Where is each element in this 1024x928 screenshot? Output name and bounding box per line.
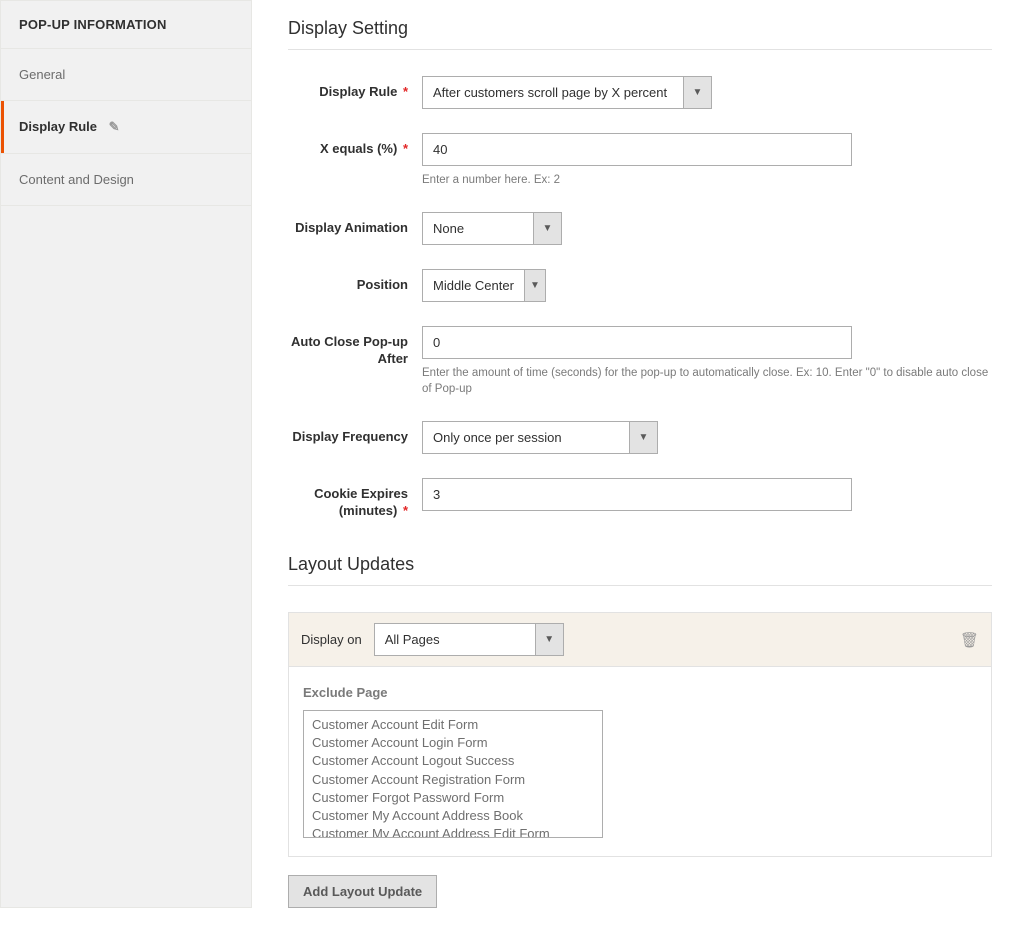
section-title-display-setting: Display Setting: [288, 18, 992, 39]
select-value: Only once per session: [423, 422, 629, 453]
exclude-page-label: Exclude Page: [303, 685, 977, 700]
sidebar-item-content-design[interactable]: Content and Design: [1, 154, 251, 206]
chevron-down-icon: ▼: [535, 624, 563, 655]
display-frequency-select[interactable]: Only once per session ▼: [422, 421, 658, 454]
divider: [288, 585, 992, 586]
field-note: Enter the amount of time (seconds) for t…: [422, 365, 992, 397]
field-display-animation: Display Animation None ▼: [288, 212, 992, 245]
select-value: None: [423, 213, 533, 244]
chevron-down-icon: ▼: [629, 422, 657, 453]
display-on-label: Display on: [301, 632, 362, 647]
display-on-select[interactable]: All Pages ▼: [374, 623, 564, 656]
trash-icon[interactable]: 🗑: [960, 631, 979, 649]
divider: [288, 49, 992, 50]
x-equals-input[interactable]: [422, 133, 852, 166]
main-content: Display Setting Display Rule * After cus…: [252, 0, 992, 908]
label-text: X equals (%): [320, 141, 397, 156]
chevron-down-icon: ▼: [524, 270, 545, 301]
display-animation-select[interactable]: None ▼: [422, 212, 562, 245]
field-label: Cookie Expires (minutes) *: [288, 478, 422, 520]
cookie-expires-input[interactable]: [422, 478, 852, 511]
field-label: X equals (%) *: [288, 133, 422, 158]
sidebar-item-label: General: [19, 67, 65, 82]
required-mark: *: [403, 141, 408, 156]
section-title-layout-updates: Layout Updates: [288, 554, 992, 575]
display-rule-select[interactable]: After customers scroll page by X percent…: [422, 76, 712, 109]
layout-update-body: Exclude Page Customer Account Edit FormC…: [288, 667, 992, 857]
sidebar-header: POP-UP INFORMATION: [1, 1, 251, 49]
select-value: After customers scroll page by X percent: [423, 77, 683, 108]
sidebar-item-general[interactable]: General: [1, 49, 251, 101]
sidebar-item-display-rule[interactable]: Display Rule ✎: [1, 101, 251, 154]
add-layout-update-button[interactable]: Add Layout Update: [288, 875, 437, 908]
auto-close-input[interactable]: [422, 326, 852, 359]
list-item[interactable]: Customer Forgot Password Form: [312, 789, 594, 807]
field-position: Position Middle Center ▼: [288, 269, 992, 302]
required-mark: *: [403, 84, 408, 99]
pencil-icon: ✎: [109, 119, 120, 134]
position-select[interactable]: Middle Center ▼: [422, 269, 546, 302]
field-label: Display Frequency: [288, 421, 422, 446]
required-mark: *: [403, 503, 408, 518]
field-x-equals: X equals (%) * Enter a number here. Ex: …: [288, 133, 992, 188]
list-item[interactable]: Customer Account Registration Form: [312, 771, 594, 789]
list-item[interactable]: Customer Account Login Form: [312, 734, 594, 752]
layout-update-header: Display on All Pages ▼ 🗑: [288, 612, 992, 667]
field-label: Display Rule *: [288, 76, 422, 101]
label-text: Display Rule: [319, 84, 397, 99]
field-display-rule: Display Rule * After customers scroll pa…: [288, 76, 992, 109]
list-item[interactable]: Customer My Account Address Edit Form: [312, 825, 594, 838]
sidebar-item-label: Content and Design: [19, 172, 134, 187]
field-auto-close: Auto Close Pop-up After Enter the amount…: [288, 326, 992, 397]
field-label: Position: [288, 269, 422, 294]
field-label: Display Animation: [288, 212, 422, 237]
select-value: Middle Center: [423, 270, 524, 301]
list-item[interactable]: Customer My Account Address Book: [312, 807, 594, 825]
list-item[interactable]: Customer Account Edit Form: [312, 716, 594, 734]
sidebar-item-label: Display Rule: [19, 119, 97, 134]
field-cookie-expires: Cookie Expires (minutes) *: [288, 478, 992, 520]
label-text: Cookie Expires (minutes): [314, 486, 408, 518]
field-note: Enter a number here. Ex: 2: [422, 172, 992, 188]
chevron-down-icon: ▼: [533, 213, 561, 244]
exclude-page-listbox[interactable]: Customer Account Edit FormCustomer Accou…: [303, 710, 603, 838]
field-label: Auto Close Pop-up After: [288, 326, 422, 368]
list-item[interactable]: Customer Account Logout Success: [312, 752, 594, 770]
field-display-frequency: Display Frequency Only once per session …: [288, 421, 992, 454]
sidebar: POP-UP INFORMATION General Display Rule …: [0, 0, 252, 908]
select-value: All Pages: [375, 624, 535, 655]
chevron-down-icon: ▼: [683, 77, 711, 108]
